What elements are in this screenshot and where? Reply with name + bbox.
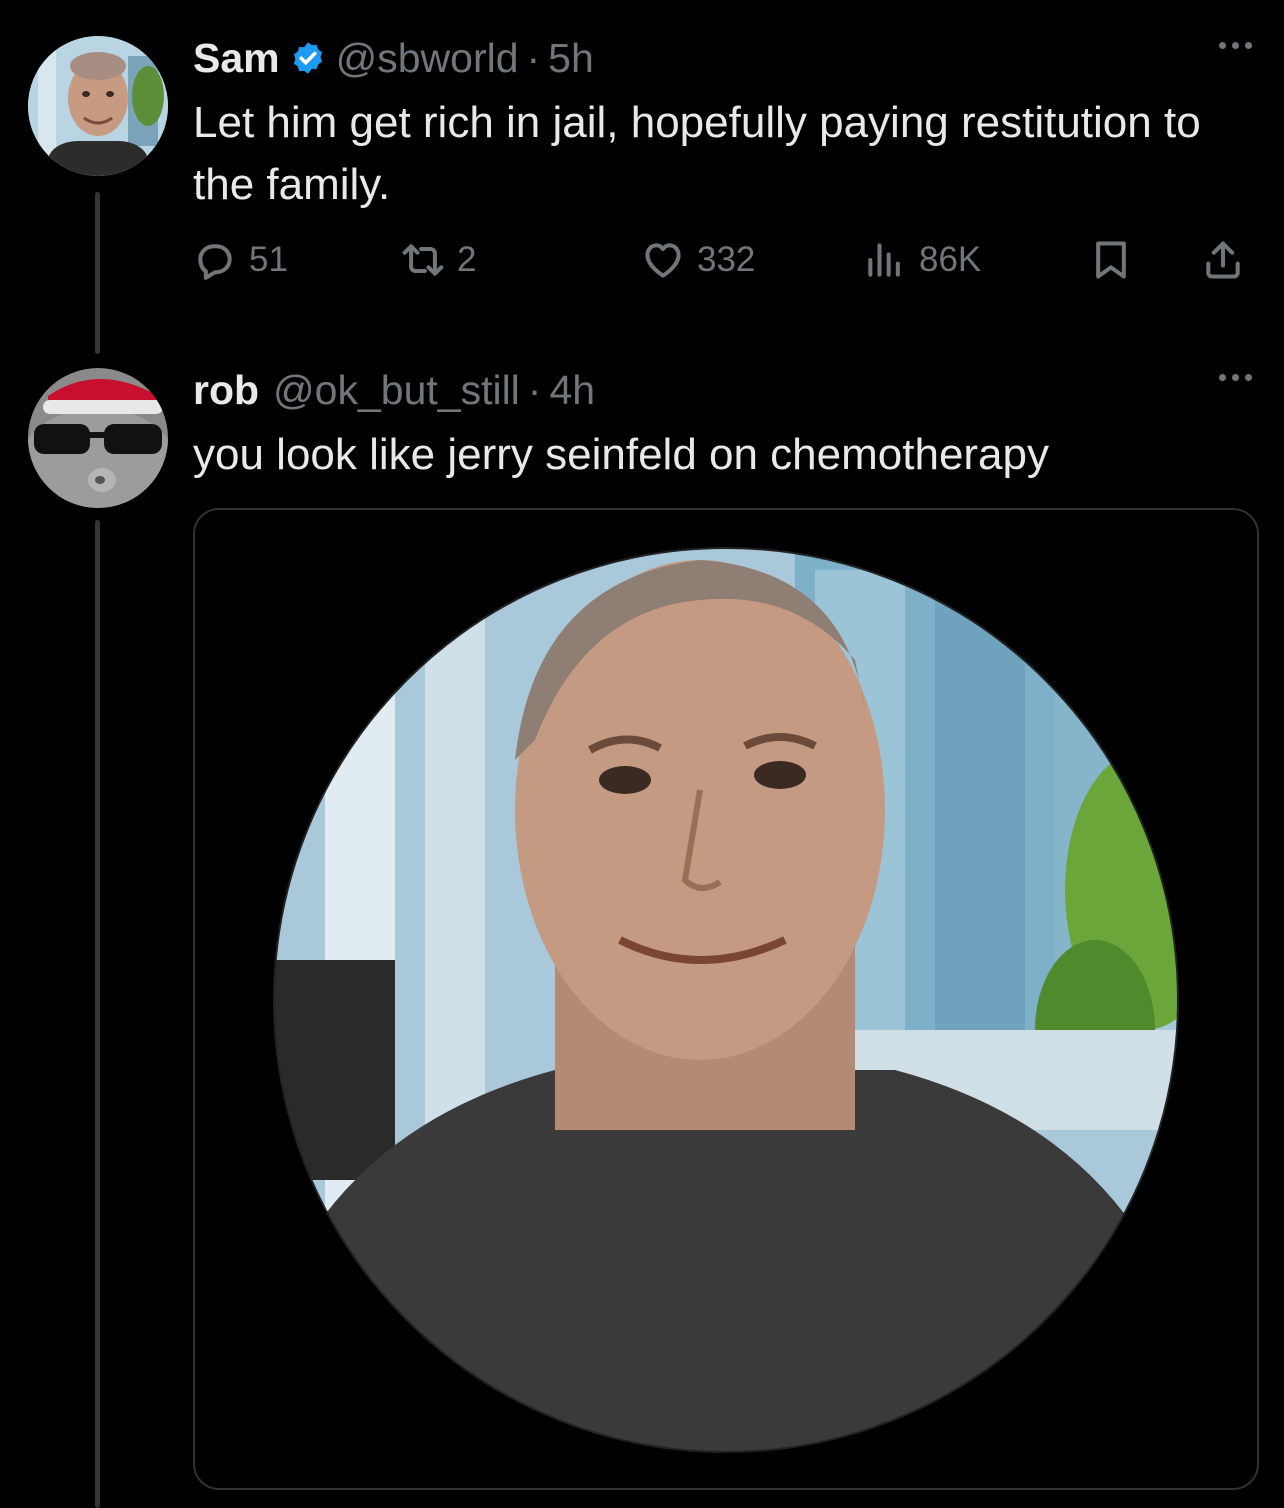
tweet-sam[interactable]: Sam @sbworld · 5h Let him get rich in ja… bbox=[193, 30, 1254, 216]
share-button[interactable] bbox=[1201, 238, 1257, 282]
tweet-actions-bar: 51 2 332 86K bbox=[193, 238, 1253, 294]
timestamp[interactable]: 4h bbox=[549, 367, 595, 414]
retweet-button[interactable]: 2 bbox=[401, 238, 476, 282]
reply-count: 51 bbox=[249, 240, 288, 279]
like-button[interactable]: 332 bbox=[641, 238, 755, 282]
more-dots-icon[interactable] bbox=[1219, 374, 1252, 381]
separator-dot: · bbox=[527, 366, 542, 413]
user-handle[interactable]: @sbworld bbox=[336, 35, 519, 82]
user-handle[interactable]: @ok_but_still bbox=[273, 367, 520, 414]
avatar-sam-image bbox=[28, 36, 168, 176]
bookmark-icon bbox=[1096, 241, 1126, 279]
tweet-text: Let him get rich in jail, hopefully payi… bbox=[193, 98, 1201, 209]
retweet-icon bbox=[402, 244, 444, 276]
tweet-header: rob @ok_but_still · 4h bbox=[193, 362, 1254, 418]
tweet-thread: Sam @sbworld · 5h Let him get rich in ja… bbox=[0, 0, 1284, 1508]
share-icon bbox=[1206, 241, 1240, 279]
display-name[interactable]: rob bbox=[193, 367, 259, 414]
heart-icon bbox=[645, 243, 681, 278]
separator-dot: · bbox=[526, 34, 541, 81]
reply-button[interactable]: 51 bbox=[193, 238, 288, 282]
verified-badge-icon[interactable] bbox=[290, 40, 326, 76]
avatar-sam[interactable] bbox=[28, 36, 168, 176]
thread-connector-line bbox=[95, 520, 100, 1508]
thread-connector-line bbox=[95, 192, 100, 354]
views-button[interactable]: 86K bbox=[863, 238, 981, 282]
tweet-rob[interactable]: rob @ok_but_still · 4h you look like jer… bbox=[193, 362, 1254, 486]
display-name[interactable]: Sam bbox=[193, 35, 280, 82]
avatar-rob-image bbox=[28, 368, 168, 508]
views-icon bbox=[868, 243, 900, 277]
views-count: 86K bbox=[919, 240, 982, 279]
reply-icon bbox=[198, 244, 232, 280]
bookmark-button[interactable] bbox=[1089, 238, 1145, 282]
tweet-text: you look like jerry seinfeld on chemothe… bbox=[193, 430, 1050, 479]
more-dots-icon[interactable] bbox=[1219, 42, 1252, 49]
retweet-count: 2 bbox=[457, 240, 477, 279]
profile-photo-image bbox=[273, 547, 1179, 1453]
attached-image[interactable] bbox=[193, 508, 1259, 1490]
avatar-rob[interactable] bbox=[28, 368, 168, 508]
timestamp[interactable]: 5h bbox=[548, 35, 594, 82]
like-count: 332 bbox=[697, 240, 756, 279]
tweet-header: Sam @sbworld · 5h bbox=[193, 30, 1254, 86]
